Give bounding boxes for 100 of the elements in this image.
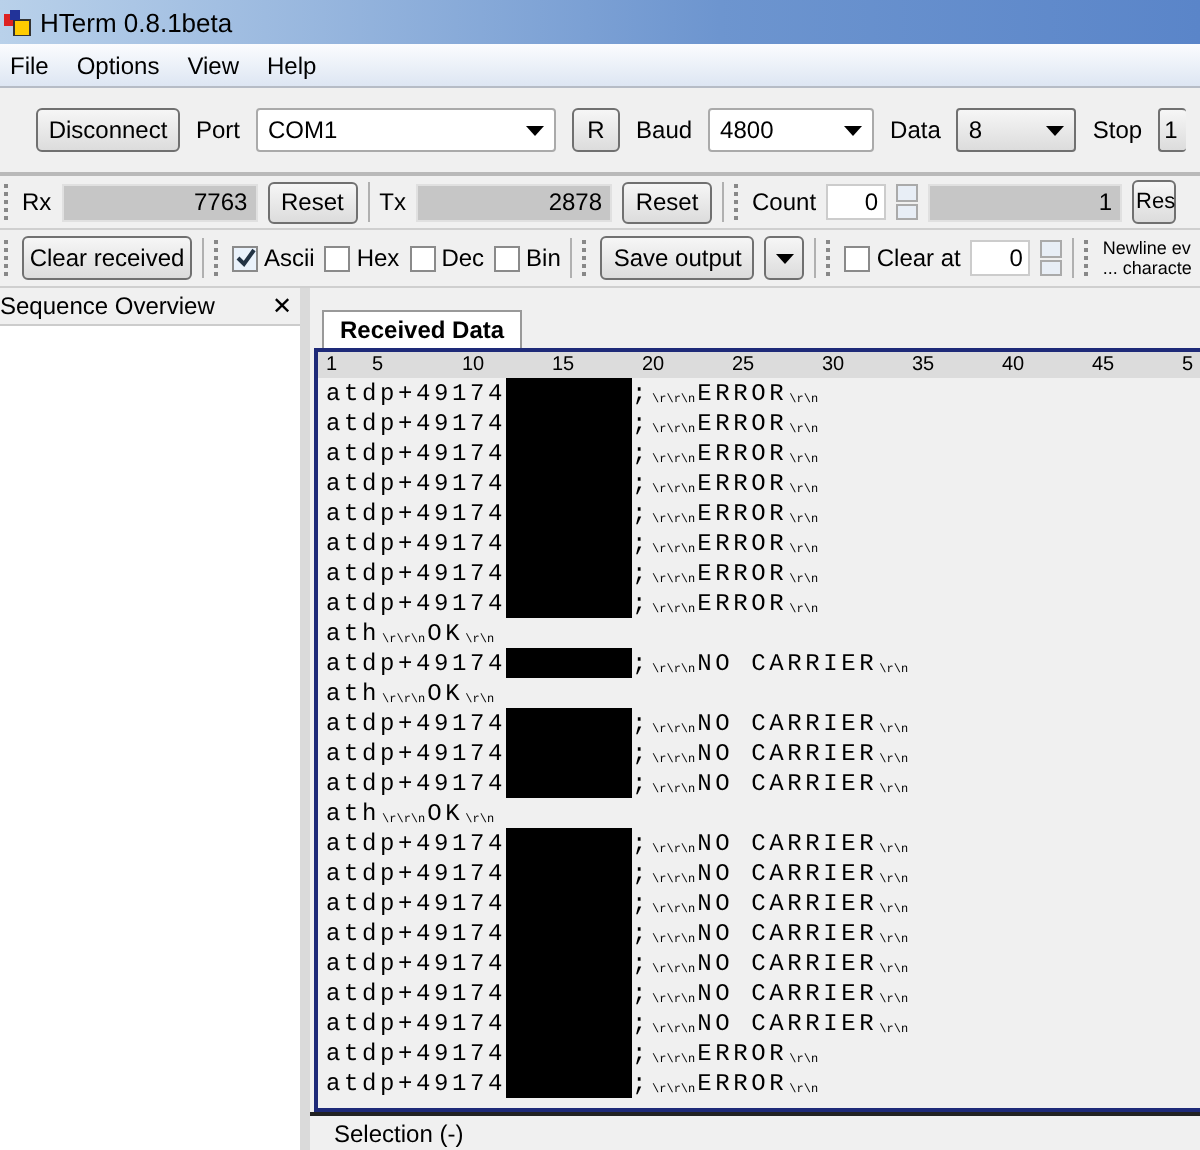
data-text: ath <box>326 679 381 707</box>
app-logo-icon <box>4 9 32 35</box>
data-text: ; <box>632 979 651 1007</box>
stop-bits-dropdown[interactable]: 1 <box>1158 108 1187 152</box>
reset-button[interactable]: Reset <box>622 181 713 223</box>
redaction-block <box>506 1068 633 1098</box>
data-text: atdp+49174 <box>326 859 507 887</box>
data-bits-dropdown[interactable]: 8 <box>956 108 1077 152</box>
data-text: NO CARRIER <box>697 709 878 737</box>
data-text: atdp+49174 <box>326 1069 507 1097</box>
data-text: atdp+49174 <box>326 769 507 797</box>
data-text: ath <box>326 799 381 827</box>
data-text: atdp+49174 <box>326 709 507 737</box>
rx-label: Rx <box>22 188 52 216</box>
spin-buttons[interactable] <box>1040 240 1063 276</box>
refresh-button[interactable]: R <box>572 108 621 152</box>
data-text: ; <box>632 889 651 917</box>
checkbox-label: Dec <box>441 244 485 272</box>
data-text: ; <box>632 559 651 587</box>
column-number: 10 <box>462 352 485 378</box>
data-text: atdp+49174 <box>326 889 507 917</box>
save-output-button[interactable]: Save output <box>600 236 755 280</box>
data-text: atdp+49174 <box>326 919 507 947</box>
baud-dropdown[interactable]: 4800 <box>708 108 875 152</box>
data-text: NO CARRIER <box>697 979 878 1007</box>
data-text: ; <box>632 709 651 737</box>
count-total: 1 <box>928 183 1123 221</box>
data-text: NO CARRIER <box>697 889 878 917</box>
data-text: ; <box>632 829 651 857</box>
checkbox[interactable] <box>844 245 871 271</box>
data-text: ERROR <box>697 559 788 587</box>
checkbox[interactable] <box>494 245 521 271</box>
panel-title: Sequence Overview <box>0 292 215 320</box>
data-text: ; <box>632 409 651 437</box>
column-number: 45 <box>1092 352 1115 378</box>
data-text: NO CARRIER <box>697 919 878 947</box>
redaction-block <box>506 378 633 408</box>
data-text: NO CARRIER <box>697 769 878 797</box>
data-text: ; <box>632 739 651 767</box>
data-text: atdp+49174 <box>326 469 507 497</box>
checkbox[interactable] <box>232 245 258 271</box>
data-text: ERROR <box>697 529 788 557</box>
dropdown-button[interactable] <box>764 236 805 280</box>
redaction-block <box>506 708 633 738</box>
checkmark-icon <box>235 248 255 268</box>
caret-icon <box>1046 125 1065 135</box>
checkbox-label: Ascii <box>264 244 315 272</box>
data-text: atdp+49174 <box>326 1039 507 1067</box>
data-text: OK <box>427 619 464 647</box>
menu-item[interactable]: Options <box>66 51 178 79</box>
disconnect-button[interactable]: Disconnect <box>36 108 180 152</box>
column-number: 30 <box>822 352 845 378</box>
data-text: NO CARRIER <box>697 859 878 887</box>
data-text: ; <box>632 919 651 947</box>
checkbox-label: Clear at <box>876 244 961 272</box>
data-text: ERROR <box>697 1039 788 1067</box>
data-text: OK <box>427 679 464 707</box>
data-text: NO CARRIER <box>697 829 878 857</box>
data-text: ERROR <box>697 409 788 437</box>
caret-icon <box>526 125 545 135</box>
menu-item[interactable]: Help <box>257 51 335 79</box>
data-text: ; <box>632 769 651 797</box>
data-text: NO CARRIER <box>697 1009 878 1037</box>
data-text: atdp+49174 <box>326 739 507 767</box>
clear-received-button[interactable]: Clear received <box>22 236 192 280</box>
reset-button[interactable]: Res <box>1132 180 1177 224</box>
data-text: NO CARRIER <box>697 739 878 767</box>
data-text: ERROR <box>697 1069 788 1097</box>
tab[interactable]: Received Data <box>322 310 523 348</box>
data-text: ERROR <box>697 499 788 527</box>
clear-at-field[interactable]: 0 <box>970 240 1031 276</box>
column-number: 35 <box>912 352 935 378</box>
data-text: OK <box>427 799 464 827</box>
menu-item[interactable]: File <box>0 51 67 79</box>
tx-label: Tx <box>379 188 407 216</box>
reset-button[interactable]: Reset <box>267 181 358 223</box>
data-text: atdp+49174 <box>326 589 507 617</box>
data-text: ; <box>632 649 651 677</box>
data-text: atdp+49174 <box>326 559 507 587</box>
spin-buttons[interactable] <box>896 184 919 220</box>
count-field[interactable]: 0 <box>826 184 887 220</box>
data-text: NO CARRIER <box>697 649 878 677</box>
tx-counter: 2878 <box>416 183 613 221</box>
data-text: ; <box>632 949 651 977</box>
caret-icon <box>844 125 863 135</box>
data-label: Data <box>890 116 941 144</box>
data-text: atdp+49174 <box>326 649 507 677</box>
checkbox[interactable] <box>324 245 351 271</box>
redaction-block <box>506 768 633 798</box>
data-text: ERROR <box>697 589 788 617</box>
column-number: 25 <box>732 352 755 378</box>
baud-label: Baud <box>636 116 693 144</box>
data-text: NO CARRIER <box>697 949 878 977</box>
redaction-block <box>506 828 633 858</box>
data-text: ; <box>632 589 651 617</box>
port-dropdown[interactable]: COM1 <box>256 108 557 152</box>
checkbox[interactable] <box>409 245 436 271</box>
close-button[interactable]: ✕ <box>272 292 292 320</box>
data-text: ERROR <box>697 469 788 497</box>
menu-item[interactable]: View <box>177 51 257 79</box>
